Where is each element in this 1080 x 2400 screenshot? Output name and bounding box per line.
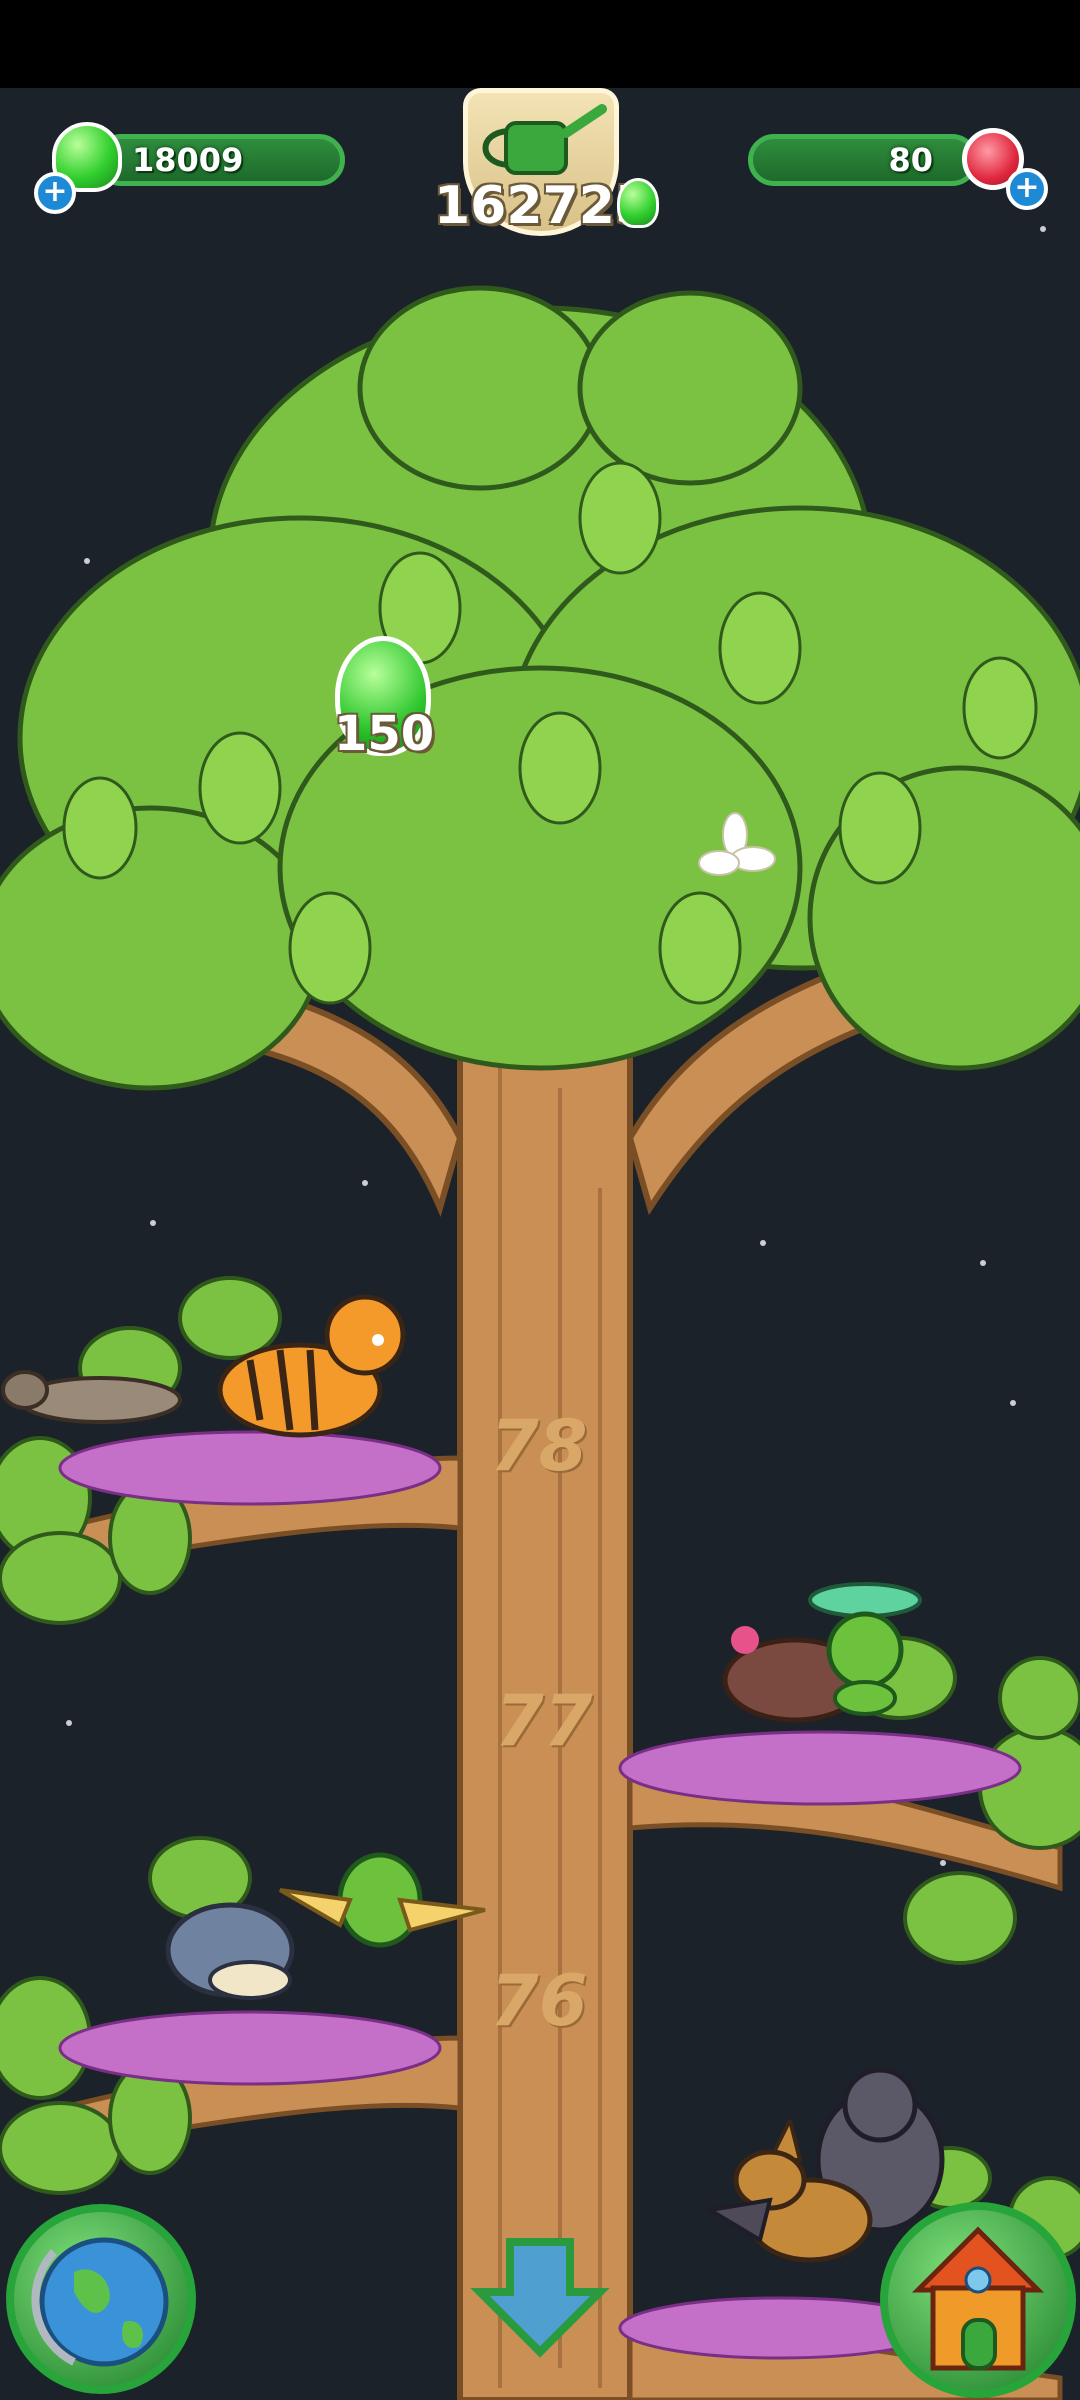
globe-icon [31, 2237, 169, 2367]
gems-counter-bar[interactable]: 80 [748, 134, 978, 186]
drops-count: 18009 [132, 141, 244, 179]
branch-level-78: 78 [490, 1405, 588, 1487]
add-drops-button[interactable]: + [34, 172, 76, 214]
house-icon [911, 2226, 1045, 2371]
status-bar [0, 0, 1080, 88]
drops-counter-bar[interactable]: 18009 [95, 134, 345, 186]
frog-creature[interactable] [805, 1580, 925, 1720]
tree-illustration [0, 285, 1080, 2400]
branch-level-76: 76 [490, 1960, 588, 2042]
tiger[interactable] [200, 1290, 420, 1450]
down-arrow-icon [470, 2238, 610, 2358]
green-drop-icon [617, 178, 659, 228]
wolf[interactable] [700, 2120, 890, 2290]
drop-reward-amount: 150 [334, 706, 435, 762]
green-bird[interactable] [270, 1830, 490, 1970]
home-button[interactable] [880, 2202, 1076, 2398]
add-gems-button[interactable]: + [1006, 168, 1048, 210]
gems-count: 80 [888, 141, 933, 179]
world-map-button[interactable] [6, 2204, 196, 2394]
scroll-down-button[interactable] [470, 2232, 610, 2362]
branch-level-77: 77 [495, 1680, 593, 1762]
